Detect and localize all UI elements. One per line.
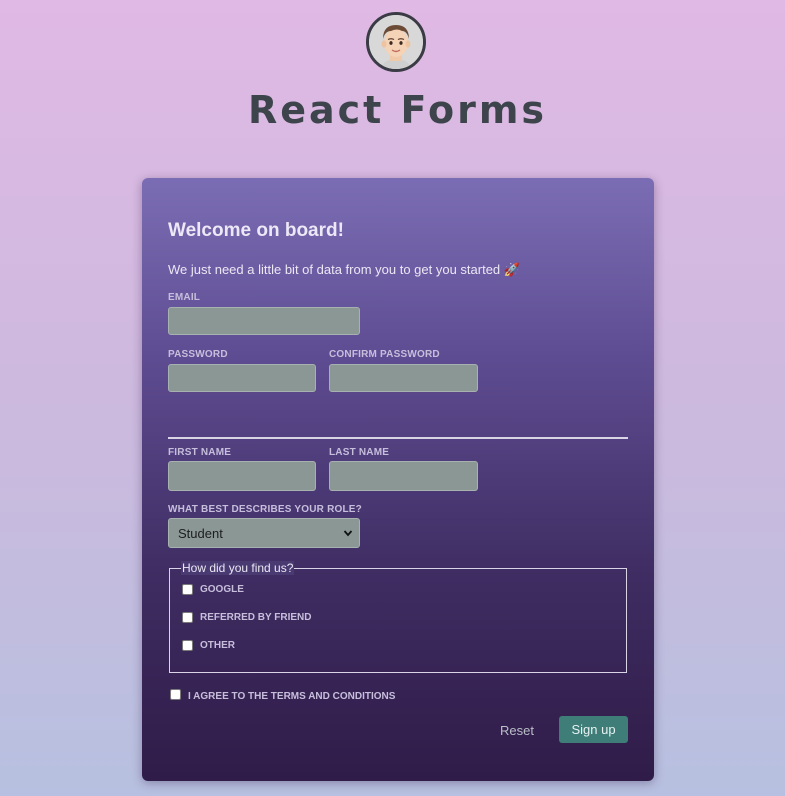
page-title: React Forms — [247, 88, 548, 132]
terms-checkbox-label: I AGREE TO THE TERMS AND CONDITIONS — [188, 691, 396, 702]
google-checkbox[interactable] — [182, 584, 193, 595]
password-label: PASSWORD — [168, 349, 228, 360]
role-select-value: Student — [178, 525, 223, 541]
signup-form-card: Welcome on board! We just need a little … — [142, 178, 654, 781]
chevron-down-icon — [343, 530, 353, 537]
password-field[interactable] — [168, 364, 316, 392]
confirm-password-label: CONFIRM PASSWORD — [329, 349, 440, 360]
google-checkbox-label: GOOGLE — [200, 584, 244, 595]
terms-checkbox[interactable] — [170, 689, 181, 700]
role-select[interactable]: Student — [168, 518, 360, 548]
avatar-memoji-icon — [369, 15, 423, 69]
avatar — [366, 12, 426, 72]
section-divider — [168, 437, 628, 439]
other-checkbox[interactable] — [182, 640, 193, 651]
source-legend: How did you find us? — [181, 561, 295, 575]
role-label: WHAT BEST DESCRIBES YOUR ROLE? — [168, 504, 362, 515]
first-name-field[interactable] — [168, 461, 316, 491]
welcome-heading: Welcome on board! — [168, 220, 344, 241]
other-checkbox-label: OTHER — [200, 640, 235, 651]
referred-checkbox-label: REFERRED BY FRIEND — [200, 612, 312, 623]
referred-checkbox[interactable] — [182, 612, 193, 623]
first-name-label: FIRST NAME — [168, 447, 232, 458]
email-label: EMAIL — [168, 292, 201, 303]
reset-button[interactable]: Reset — [487, 717, 547, 743]
last-name-field[interactable] — [329, 461, 478, 491]
welcome-subtitle: We just need a little bit of data from y… — [168, 262, 520, 277]
email-field[interactable] — [168, 307, 360, 335]
last-name-label: LAST NAME — [329, 447, 390, 458]
signup-button[interactable]: Sign up — [559, 716, 628, 743]
confirm-password-field[interactable] — [329, 364, 478, 392]
